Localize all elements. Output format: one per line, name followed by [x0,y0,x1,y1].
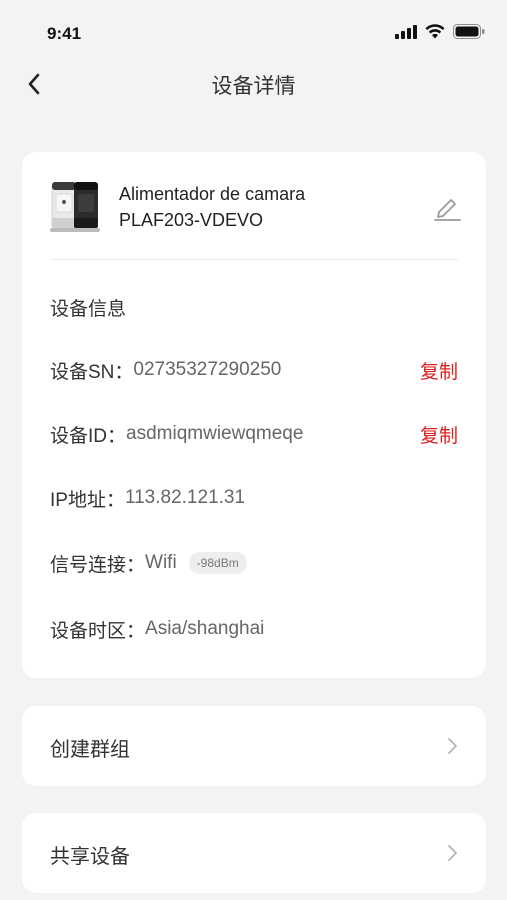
copy-sn-button[interactable]: 复制 [420,357,458,384]
device-detail-screen: 9:41 设备详情 Alimentador de camara PLAF203-… [0,0,507,900]
page-title: 设备详情 [211,75,296,98]
device-name: Alimentador de camara PLAF203-VDEVO [119,181,419,233]
chevron-right-icon [448,845,457,861]
share-device-item[interactable]: 共享设备 [22,813,486,893]
nav-bar: 设备详情 [0,66,507,102]
device-name-line1: Alimentador de camara [119,184,306,204]
signal-value: Wifi [145,552,177,573]
timezone-row: 设备时区： Asia/shanghai [50,614,458,644]
timezone-value: Asia/shanghai [145,618,265,639]
sn-value: 02735327290250 [133,359,282,380]
ip-row: IP地址： 113.82.121.31 [50,483,458,513]
ip-value: 113.82.121.31 [124,487,246,508]
id-row: 设备ID： asdmiqmwiewqmeqe 复制 [50,419,458,449]
device-info-card: Alimentador de camara PLAF203-VDEVO 设备信息… [22,152,486,678]
feeder-device-image [50,182,100,232]
create-group-label: 创建群组 [50,739,130,761]
pencil-icon [434,199,461,221]
id-value: asdmiqmwiewqmeqe [126,423,304,444]
cellular-signal-icon [395,24,417,39]
battery-icon [453,24,485,39]
create-group-item[interactable]: 创建群组 [22,706,486,786]
share-device-label: 共享设备 [50,846,130,868]
copy-id-button[interactable]: 复制 [420,421,458,448]
sn-label: 设备SN： [50,361,134,383]
id-label: 设备ID： [50,425,127,447]
signal-row: 信号连接： Wifi -98dBm [50,548,458,578]
signal-strength-badge: -98dBm [188,552,247,574]
timezone-label: 设备时区： [50,620,146,642]
status-time: 9:41 [47,24,82,43]
device-header: Alimentador de camara PLAF203-VDEVO [22,152,486,260]
status-icons [395,24,485,39]
status-bar: 9:41 [0,0,507,66]
device-name-line2: PLAF203-VDEVO [119,210,264,230]
chevron-right-icon [448,738,457,754]
wifi-icon [425,24,445,39]
sn-row: 设备SN： 02735327290250 复制 [50,355,458,385]
divider [50,259,458,260]
edit-name-button[interactable] [432,192,462,222]
section-title: 设备信息 [50,299,127,320]
ip-label: IP地址： [50,489,125,511]
signal-label: 信号连接： [50,554,146,576]
